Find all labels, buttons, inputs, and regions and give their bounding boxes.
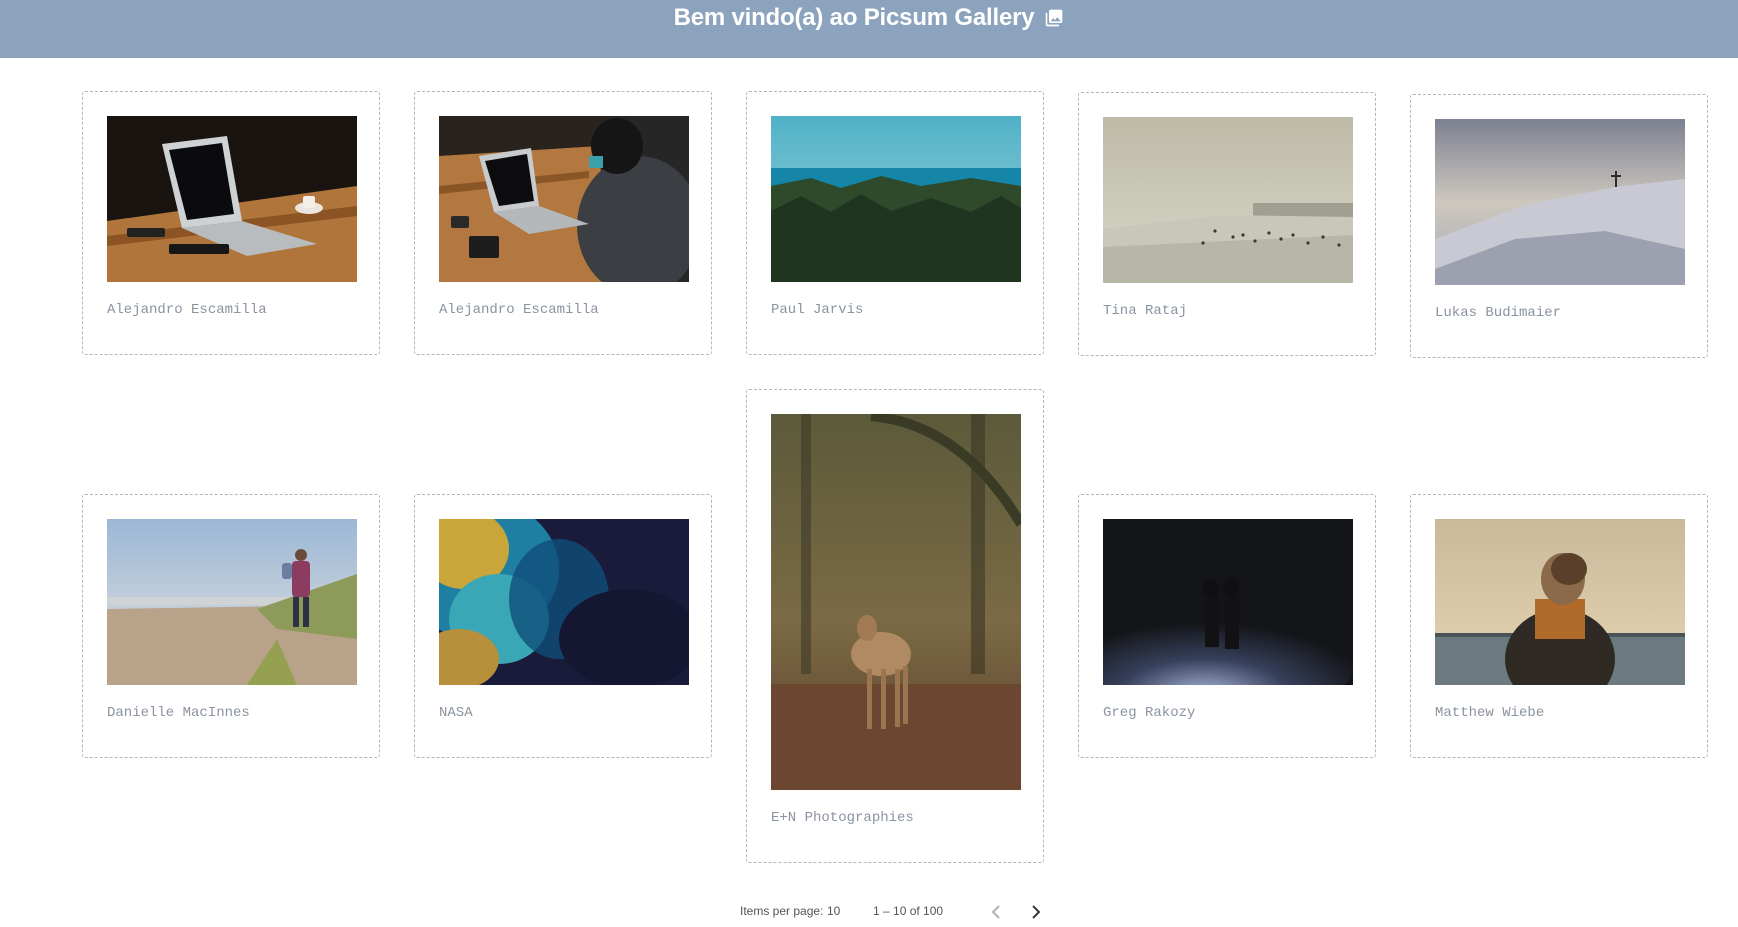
next-page-button[interactable] [1026, 902, 1046, 922]
photo-author: Greg Rakozy [1103, 705, 1196, 721]
photo-author: Tina Rataj [1103, 303, 1188, 319]
photo-thumbnail[interactable] [439, 116, 689, 282]
photo-card[interactable]: Paul Jarvis [746, 91, 1044, 355]
header-title-group: Bem vindo(a) ao Picsum Gallery [674, 4, 1065, 32]
photo-author: Danielle MacInnes [107, 705, 250, 721]
photo-author: Matthew Wiebe [1435, 705, 1545, 721]
photo-card[interactable]: Alejandro Escamilla [82, 91, 380, 355]
photo-card[interactable]: NASA [414, 494, 712, 758]
photo-author: Lukas Budimaier [1435, 305, 1562, 321]
photo-thumbnail[interactable] [1435, 519, 1685, 685]
photo-author: Alejandro Escamilla [439, 302, 599, 318]
chevron-left-icon [991, 905, 1000, 919]
photo-thumbnail[interactable] [439, 519, 689, 685]
photo-author: E+N Photographies [771, 810, 914, 826]
photo-thumbnail[interactable] [107, 116, 357, 282]
photo-card[interactable]: E+N Photographies [746, 389, 1044, 863]
photo-thumbnail[interactable] [1103, 519, 1353, 685]
photo-card[interactable]: Alejandro Escamilla [414, 91, 712, 355]
photo-author: Alejandro Escamilla [107, 302, 267, 318]
photo-thumbnail[interactable] [1103, 117, 1353, 283]
page-title: Bem vindo(a) ao Picsum Gallery [673, 4, 1035, 31]
photo-library-icon [1044, 8, 1064, 28]
chevron-right-icon [1032, 905, 1041, 919]
photo-card[interactable]: Tina Rataj [1078, 92, 1376, 356]
app-header: Bem vindo(a) ao Picsum Gallery [0, 0, 1738, 58]
previous-page-button[interactable] [986, 902, 1006, 922]
photo-thumbnail[interactable] [107, 519, 357, 685]
paginator: Items per page: 10 1 – 10 of 100 [0, 900, 1738, 924]
photo-thumbnail[interactable] [771, 414, 1021, 790]
photo-author: NASA [439, 705, 473, 721]
page-range-label: 1 – 10 of 100 [873, 904, 944, 918]
photo-card[interactable]: Greg Rakozy [1078, 494, 1376, 758]
photo-card[interactable]: Matthew Wiebe [1410, 494, 1708, 758]
photo-card[interactable]: Lukas Budimaier [1410, 94, 1708, 358]
photo-card[interactable]: Danielle MacInnes [82, 494, 380, 758]
photo-thumbnail[interactable] [1435, 119, 1685, 285]
photo-thumbnail[interactable] [771, 116, 1021, 282]
photo-author: Paul Jarvis [771, 302, 864, 318]
items-per-page-label: Items per page: [740, 904, 824, 918]
items-per-page-select[interactable]: 10 [827, 904, 840, 918]
